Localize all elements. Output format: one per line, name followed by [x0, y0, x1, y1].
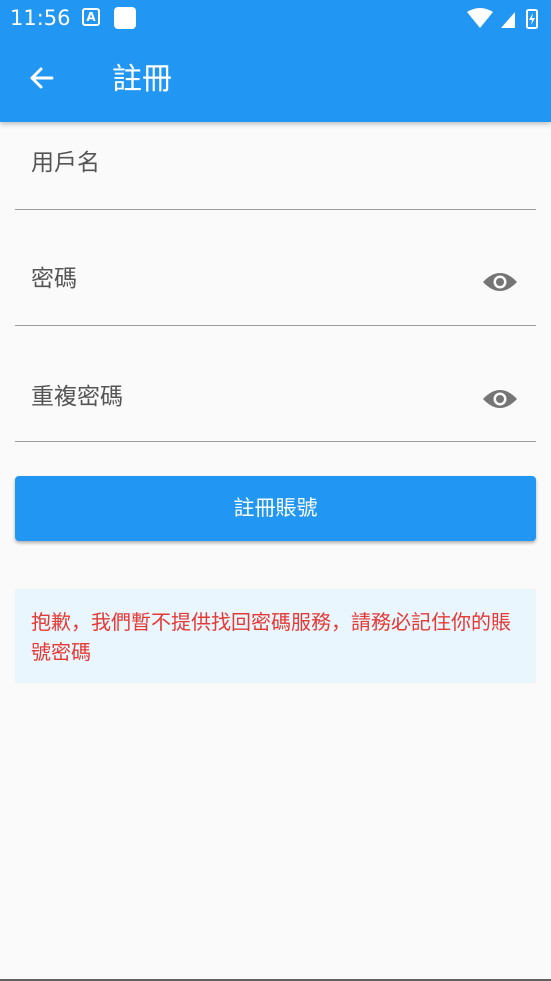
visibility-toggle-icon[interactable] — [482, 385, 518, 413]
visibility-toggle-icon[interactable] — [482, 268, 518, 296]
username-field[interactable]: 用戶名 — [15, 126, 536, 210]
password-label: 密碼 — [31, 266, 77, 292]
signal-icon — [501, 12, 515, 28]
notice-text: 抱歉，我們暫不提供找回密碼服務，請務必記住你的賬號密碼 — [31, 610, 511, 664]
back-arrow-icon[interactable] — [22, 58, 62, 98]
notification-app-icon: A — [82, 8, 100, 26]
confirm-password-field[interactable]: 重複密碼 — [15, 356, 536, 442]
register-account-button[interactable]: 註冊賬號 — [15, 476, 536, 541]
toolbar: 註冊 — [0, 36, 551, 122]
status-time: 11:56 — [10, 6, 71, 30]
wifi-icon — [467, 8, 493, 28]
app-header: 11:56 A 註冊 — [0, 0, 551, 122]
confirm-password-label: 重複密碼 — [31, 384, 123, 410]
password-notice: 抱歉，我們暫不提供找回密碼服務，請務必記住你的賬號密碼 — [15, 589, 536, 683]
password-field[interactable]: 密碼 — [15, 240, 536, 326]
notification-square-icon — [114, 7, 136, 29]
username-label: 用戶名 — [31, 150, 100, 176]
status-bar: 11:56 A — [0, 0, 551, 36]
page-title: 註冊 — [112, 62, 172, 97]
status-icons — [467, 8, 538, 29]
